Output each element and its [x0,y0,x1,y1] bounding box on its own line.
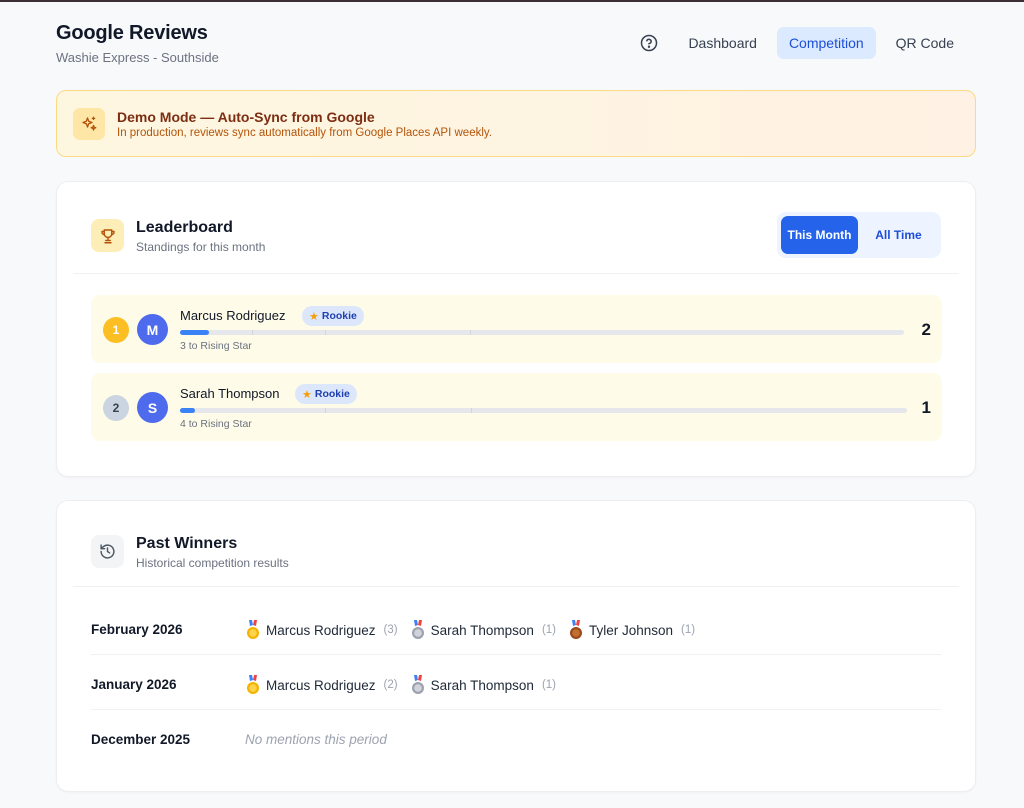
tier-label: Rookie [321,310,357,322]
progress-bar [180,330,904,335]
winner-name: Sarah Thompson [430,622,534,638]
history-icon [100,544,115,559]
tab-qr-code[interactable]: QR Code [884,27,966,59]
winner-name: Sarah Thompson [430,677,534,693]
winner-entry: Marcus Rodriguez (2) [245,675,398,695]
progress-tick [470,330,471,335]
trophy-icon [100,228,115,243]
tab-dashboard[interactable]: Dashboard [676,27,769,59]
winners-period-row: February 2026 Marcus Rodriguez (3) Sarah… [91,605,941,655]
star-icon: ★ [309,310,319,323]
leaderboard-subtitle: Standings for this month [136,240,266,254]
next-tier-text: 3 to Rising Star [180,340,252,352]
leaderboard-divider [73,273,959,274]
progress-bar [180,408,907,413]
toggle-this-month[interactable]: This Month [781,216,858,254]
progress-tick [252,330,253,335]
period-month: February 2026 [91,622,183,637]
gold-medal-icon [247,675,259,694]
sparkles-icon [82,116,97,131]
winner-count: (1) [541,679,556,691]
tab-competition[interactable]: Competition [776,27,876,59]
winner-entry: Marcus Rodriguez (3) [245,620,398,640]
leaderboard-card: Leaderboard Standings for this month Thi… [56,181,976,477]
past-winners-title: Past Winners [136,535,238,552]
demo-mode-banner: Demo Mode — Auto-Sync from Google In pro… [56,90,976,157]
page-header: Google Reviews Washie Express - Southsid… [56,22,976,72]
review-count: 2 [921,320,931,339]
winner-name: Marcus Rodriguez [266,677,376,693]
winner-count: (3) [383,624,398,636]
winners-list: Marcus Rodriguez (2) Sarah Thompson (1) [245,675,556,695]
tier-label: Rookie [314,388,350,400]
winner-count: (1) [681,624,696,636]
rank-badge: 2 [103,395,129,421]
past-winners-card: Past Winners Historical competition resu… [56,500,976,792]
winner-count: (1) [541,624,556,636]
winners-period-row: December 2025 No mentions this period [91,715,941,765]
winner-entry: Tyler Johnson (1) [568,620,695,640]
banner-icon-box [73,108,105,140]
top-nav: Dashboard Competition QR Code [634,27,966,59]
help-button[interactable] [634,28,664,58]
winner-name: Marcus Rodriguez [266,622,376,638]
gold-medal-icon [247,620,259,639]
winner-entry: Sarah Thompson (1) [410,675,556,695]
past-winners-subtitle: Historical competition results [136,556,289,570]
bronze-medal-icon [570,620,582,639]
period-month: January 2026 [91,677,177,692]
review-count: 1 [921,398,931,417]
winner-entry: Sarah Thompson (1) [410,620,556,640]
leaderboard-icon-box [91,219,124,252]
banner-text: In production, reviews sync automaticall… [117,127,492,139]
progress-fill [180,408,195,413]
silver-medal-icon [411,675,424,694]
winner-name: Tyler Johnson [589,622,674,638]
avatar: S [137,392,168,423]
progress-fill [180,330,209,335]
leaderboard-row[interactable]: 1 M Marcus Rodriguez ★ Rookie 3 to Risin… [91,295,942,363]
progress-tick [471,408,472,413]
past-winners-icon-box [91,535,124,568]
tier-badge: ★ Rookie [295,384,357,404]
empty-period-text: No mentions this period [245,732,387,747]
progress-tick [325,408,326,413]
next-tier-text: 4 to Rising Star [180,418,252,430]
leaderboard-row[interactable]: 2 S Sarah Thompson ★ Rookie 4 to Rising … [91,373,942,441]
winners-period-row: January 2026 Marcus Rodriguez (2) Sarah … [91,660,941,710]
star-icon: ★ [302,388,312,401]
leaderboard-title: Leaderboard [136,219,233,236]
banner-title: Demo Mode — Auto-Sync from Google [117,109,375,125]
silver-medal-icon [411,620,424,639]
toggle-all-time[interactable]: All Time [860,216,937,254]
rank-badge: 1 [103,317,129,343]
progress-tick [325,330,326,335]
period-month: December 2025 [91,732,191,747]
employee-name: Sarah Thompson [180,386,280,401]
help-circle-icon [641,34,658,52]
employee-name: Marcus Rodriguez [180,308,286,323]
period-toggle: This Month All Time [777,212,941,258]
winner-count: (2) [383,679,398,691]
past-winners-divider [73,586,959,587]
winners-list: Marcus Rodriguez (3) Sarah Thompson (1) … [245,620,695,640]
tier-badge: ★ Rookie [302,306,364,326]
avatar: M [137,314,168,345]
